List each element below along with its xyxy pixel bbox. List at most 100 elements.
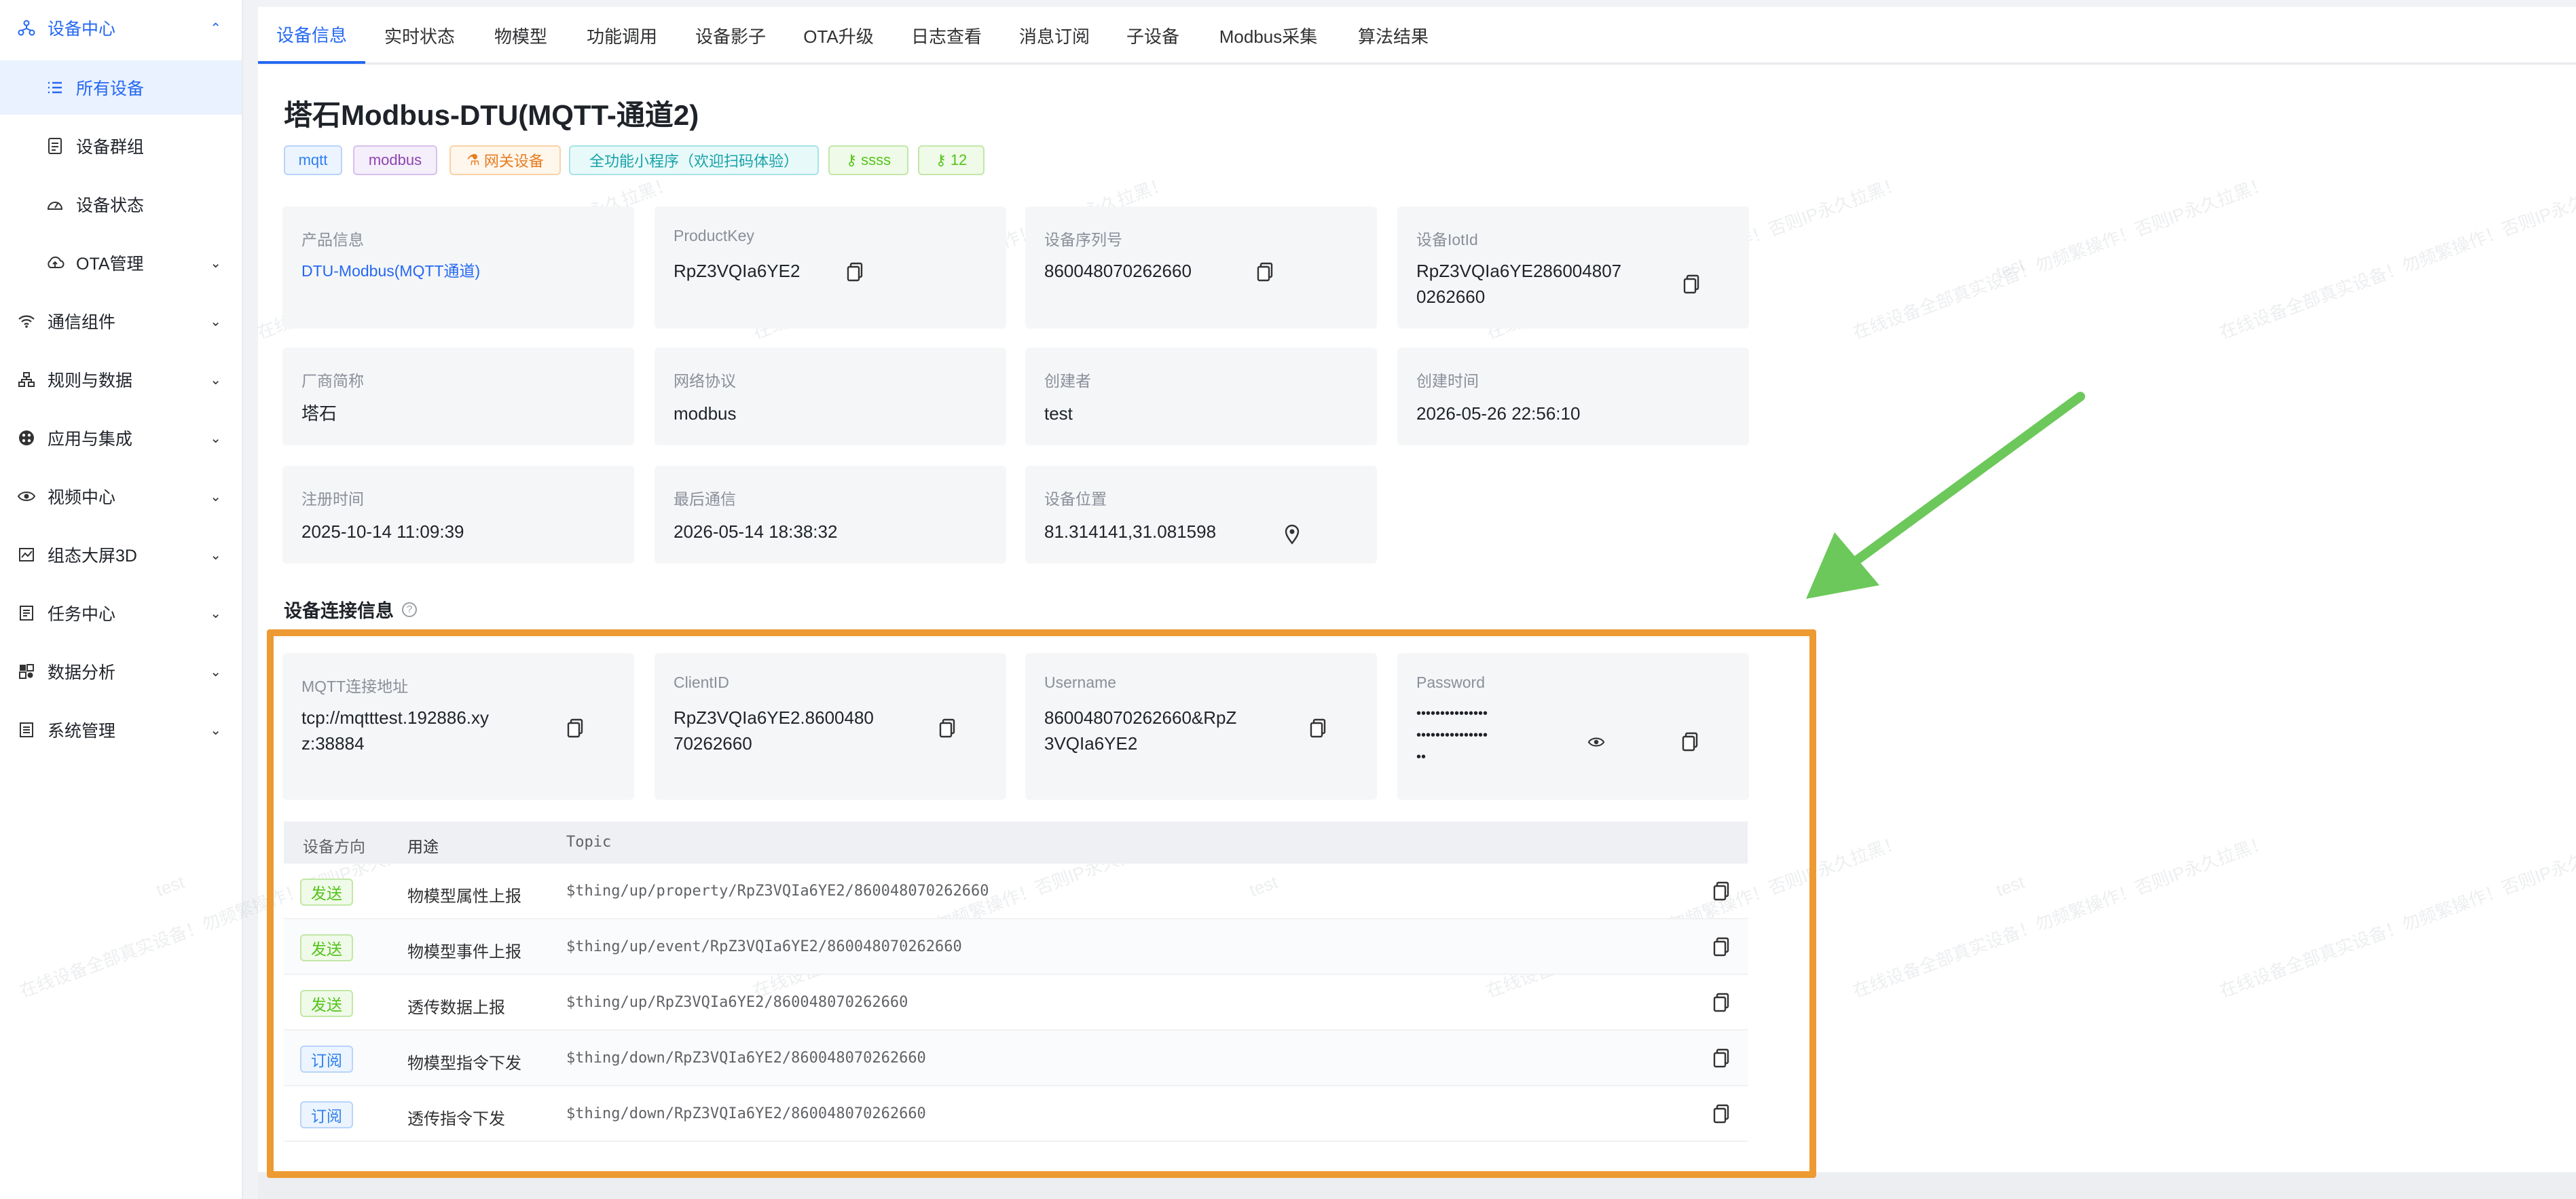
settings-list-icon xyxy=(16,720,37,740)
tab-sub-device[interactable]: 子设备 xyxy=(1108,7,1198,64)
card-value: 塔石 xyxy=(301,403,337,424)
chevron-down-icon: ⌄ xyxy=(210,664,221,680)
gateway-icon: ⚗ xyxy=(466,151,480,168)
list-icon xyxy=(45,77,65,98)
sidebar-item-device-status[interactable]: 设备状态 xyxy=(0,177,242,232)
sidebar-item-dashboard-3d[interactable]: 组态大屏3D ⌄ xyxy=(0,528,242,582)
help-icon[interactable]: ? xyxy=(402,602,417,617)
cloud-upload-icon xyxy=(45,253,65,273)
sidebar-item-label: 数据分析 xyxy=(48,663,116,682)
apps-icon xyxy=(16,428,37,448)
card-serial: 设备序列号 860048070262660 xyxy=(1025,206,1377,329)
sidebar-item-label: 所有设备 xyxy=(76,79,145,98)
tag-gateway: ⚗ 网关设备 xyxy=(449,145,561,175)
sidebar-item-comm-components[interactable]: 通信组件 ⌄ xyxy=(0,294,242,348)
sidebar-item-label: 任务中心 xyxy=(48,605,116,624)
card-value: RpZ3VQIa6YE2 xyxy=(674,261,801,281)
sidebar-item-label: 视频中心 xyxy=(48,488,116,507)
tab-realtime-status[interactable]: 实时状态 xyxy=(365,7,474,64)
card-label: 创建时间 xyxy=(1416,372,1479,390)
sidebar-item-rules-data[interactable]: 规则与数据 ⌄ xyxy=(0,352,242,407)
card-value: 860048070262660 xyxy=(1044,261,1192,281)
tag-label: 全功能小程序（欢迎扫码体验） xyxy=(589,153,798,170)
tag-group-ssss: ⚷ ssss xyxy=(828,145,908,175)
sidebar-item-label: 设备群组 xyxy=(76,138,145,157)
tab-message-subscribe[interactable]: 消息订阅 xyxy=(1001,7,1108,64)
tab-device-shadow[interactable]: 设备影子 xyxy=(676,7,785,64)
sidebar-item-label: 应用与集成 xyxy=(48,430,133,449)
copy-icon[interactable] xyxy=(846,262,864,282)
card-label: 产品信息 xyxy=(301,231,364,248)
card-value: 0262660 xyxy=(1416,287,1486,307)
copy-icon[interactable] xyxy=(1682,274,1700,295)
sidebar-item-device-groups[interactable]: 设备群组 xyxy=(0,119,242,173)
tab-device-info[interactable]: 设备信息 xyxy=(258,7,365,64)
tab-thing-model[interactable]: 物模型 xyxy=(474,7,568,64)
sidebar-item-ota[interactable]: OTA管理 ⌄ xyxy=(0,236,242,290)
tab-log-view[interactable]: 日志查看 xyxy=(892,7,1001,64)
tab-ota-upgrade[interactable]: OTA升级 xyxy=(785,7,892,64)
chevron-down-icon: ⌄ xyxy=(210,547,221,563)
gauge-icon xyxy=(45,194,65,215)
copy-icon[interactable] xyxy=(1256,262,1274,282)
location-pin-icon[interactable] xyxy=(1283,524,1301,545)
card-label: 网络协议 xyxy=(674,372,736,390)
chevron-down-icon: ⌄ xyxy=(210,722,221,738)
sidebar-item-all-devices[interactable]: 所有设备 xyxy=(0,60,242,115)
sidebar: 设备中心 ⌃ 所有设备 设备群组 设备状态 OTA管理 ⌄ 通信组件 ⌄ 规则与… xyxy=(0,0,243,1199)
page-title: 塔石Modbus-DTU(MQTT-通道2) xyxy=(284,99,699,131)
tag-label: ssss xyxy=(861,151,891,168)
card-location: 设备位置 81.314141,31.081598 xyxy=(1025,466,1377,564)
card-protocol: 网络协议 modbus xyxy=(655,348,1006,445)
tab-bar: 设备信息 实时状态 物模型 功能调用 设备影子 OTA升级 日志查看 消息订阅 … xyxy=(258,7,2576,64)
product-link[interactable]: DTU-Modbus(MQTT通道) xyxy=(301,258,480,284)
card-product-key: ProductKey RpZ3VQIa6YE2 xyxy=(655,206,1006,329)
tag-label: 12 xyxy=(950,151,968,168)
sidebar-item-label: 规则与数据 xyxy=(48,371,133,390)
sidebar-item-device-center[interactable]: 设备中心 ⌃ xyxy=(0,1,242,55)
sidebar-item-system-manage[interactable]: 系统管理 ⌄ xyxy=(0,703,242,757)
sidebar-item-label: OTA管理 xyxy=(76,255,144,274)
sidebar-item-task-center[interactable]: 任务中心 ⌄ xyxy=(0,586,242,640)
task-icon xyxy=(16,603,37,623)
annotation-arrow-icon xyxy=(1806,392,2085,599)
sidebar-item-video-center[interactable]: 视频中心 ⌄ xyxy=(0,469,242,523)
card-label: 创建者 xyxy=(1044,372,1091,390)
card-value: RpZ3VQIa6YE286004807 xyxy=(1416,261,1622,281)
document-icon xyxy=(45,136,65,156)
network-icon xyxy=(16,18,37,38)
card-value: test xyxy=(1044,403,1073,424)
tag-label: mqtt xyxy=(298,151,328,168)
chart-icon xyxy=(16,545,37,565)
sidebar-item-apps-integration[interactable]: 应用与集成 ⌄ xyxy=(0,411,242,465)
tab-function-call[interactable]: 功能调用 xyxy=(568,7,676,64)
card-creator: 创建者 test xyxy=(1025,348,1377,445)
sidebar-item-label: 设备中心 xyxy=(48,20,116,39)
chevron-down-icon: ⌄ xyxy=(210,489,221,504)
card-label: 设备序列号 xyxy=(1044,231,1122,248)
chevron-down-icon: ⌄ xyxy=(210,606,221,621)
card-label: 设备位置 xyxy=(1044,490,1107,508)
card-iot-id: 设备IotId RpZ3VQIa6YE286004807 0262660 xyxy=(1397,206,1749,329)
section-title-connection: 设备连接信息 ? xyxy=(284,596,417,623)
section-title-text: 设备连接信息 xyxy=(284,601,394,621)
group-icon: ⚷ xyxy=(845,151,858,168)
card-value: 2026-05-14 18:38:32 xyxy=(674,521,838,542)
card-created-time: 创建时间 2026-05-26 22:56:10 xyxy=(1397,348,1749,445)
card-value: modbus xyxy=(674,403,737,424)
tag-mini-program: 全功能小程序（欢迎扫码体验） xyxy=(569,145,819,175)
chevron-down-icon: ⌄ xyxy=(210,430,221,446)
tab-modbus-collect[interactable]: Modbus采集 xyxy=(1198,7,1339,64)
sidebar-item-label: 通信组件 xyxy=(48,313,116,332)
chevron-down-icon: ⌄ xyxy=(210,255,221,271)
tab-algorithm-result[interactable]: 算法结果 xyxy=(1339,7,1448,64)
card-value: 2026-05-26 22:56:10 xyxy=(1416,403,1581,424)
wifi-icon xyxy=(16,311,37,331)
tag-label: modbus xyxy=(368,151,422,168)
hierarchy-icon xyxy=(16,369,37,390)
card-value: 81.314141,31.081598 xyxy=(1044,521,1217,542)
tag-modbus: modbus xyxy=(353,145,437,175)
sidebar-item-data-analysis[interactable]: 数据分析 ⌄ xyxy=(0,644,242,699)
eye-icon xyxy=(16,486,37,506)
card-label: ProductKey xyxy=(674,227,754,244)
